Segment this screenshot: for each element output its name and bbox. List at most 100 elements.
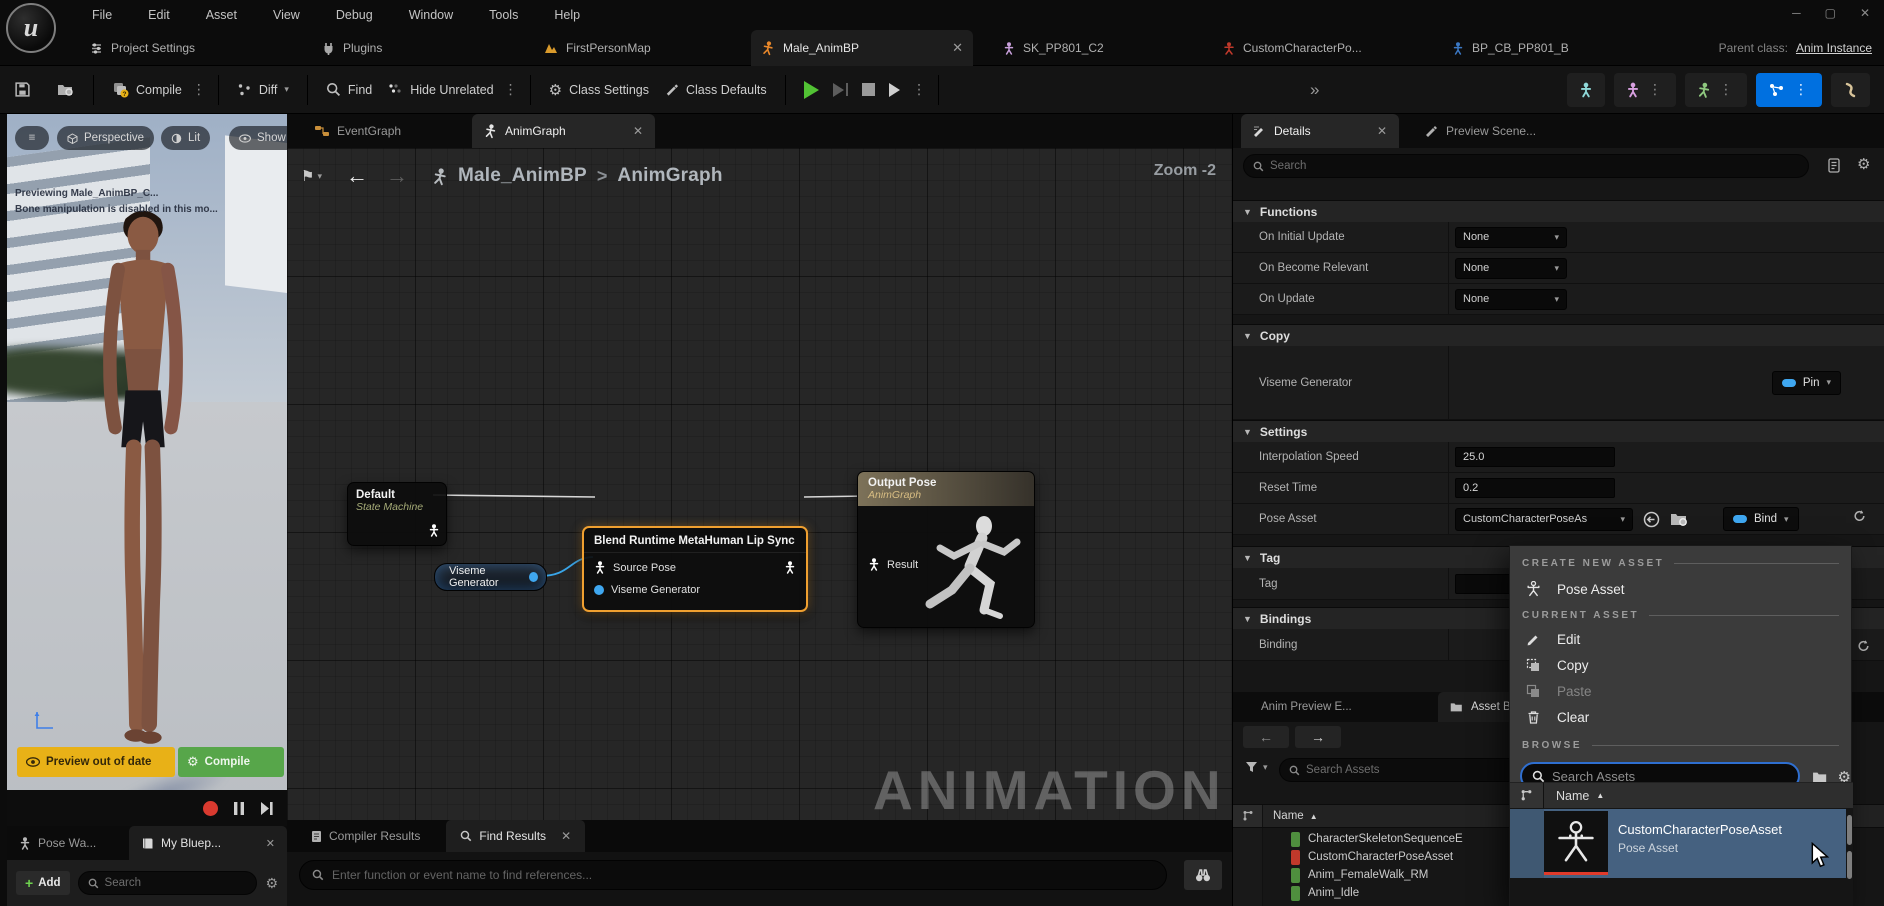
- project-settings-button[interactable]: Project Settings: [80, 30, 205, 66]
- viseme-pin-icon[interactable]: [594, 585, 604, 595]
- breadcrumb-current[interactable]: AnimGraph: [617, 165, 722, 187]
- filter-icon[interactable]: ▾: [1245, 761, 1268, 774]
- pose-asset-bind-dropdown[interactable]: Bind▾: [1723, 507, 1799, 531]
- compile-button[interactable]: ? Compile: [104, 74, 190, 106]
- frame-skip-icon[interactable]: [833, 83, 849, 97]
- preview-out-of-date-button[interactable]: Preview out of date: [17, 747, 175, 777]
- settings-gear-icon[interactable]: ⚙: [265, 875, 278, 892]
- close-icon[interactable]: ✕: [1860, 6, 1870, 20]
- name-column-header[interactable]: Name: [1556, 789, 1589, 803]
- on-initial-update-select[interactable]: None▾: [1455, 227, 1567, 248]
- minimize-icon[interactable]: ─: [1792, 6, 1801, 20]
- nav-forward-icon[interactable]: →: [386, 163, 408, 189]
- details-search[interactable]: [1243, 154, 1809, 178]
- on-update-select[interactable]: None▾: [1455, 289, 1567, 310]
- browse-to-asset-icon[interactable]: [57, 82, 75, 97]
- browse-asset-icon[interactable]: [1670, 511, 1689, 527]
- persona-physics-button[interactable]: [1831, 73, 1870, 107]
- show-button[interactable]: Show: [229, 126, 287, 150]
- menu-file[interactable]: File: [92, 8, 112, 22]
- my-blueprint-search-input[interactable]: [105, 877, 248, 889]
- pose-pin-icon[interactable]: [428, 524, 440, 537]
- perspective-button[interactable]: Perspective: [57, 126, 154, 150]
- stop-icon[interactable]: [862, 83, 875, 96]
- display-filter-icon[interactable]: [1827, 158, 1841, 173]
- source-hierarchy-icon[interactable]: [1233, 805, 1263, 827]
- menu-view[interactable]: View: [273, 8, 300, 22]
- result-pin-icon[interactable]: [868, 558, 880, 571]
- tab-compiler-results[interactable]: Compiler Results: [297, 820, 434, 852]
- persona-graph-button-active[interactable]: ⋮: [1756, 73, 1822, 107]
- pose-pin-icon[interactable]: [594, 561, 606, 574]
- find-button[interactable]: Find: [318, 74, 380, 106]
- section-copy[interactable]: ▼Copy: [1233, 324, 1884, 346]
- play-icon[interactable]: [804, 81, 819, 99]
- persona-skeleton-button[interactable]: [1567, 73, 1605, 107]
- lit-button[interactable]: Lit: [161, 126, 210, 150]
- menu-edit[interactable]: Edit: [148, 8, 170, 22]
- node-viseme-generator-variable[interactable]: Viseme Generator: [434, 563, 547, 591]
- menu-asset[interactable]: Asset: [206, 8, 237, 22]
- menu-item-copy[interactable]: Copy: [1510, 652, 1851, 678]
- pose-asset-combo[interactable]: CustomCharacterPoseAs▾: [1455, 508, 1633, 531]
- pause-icon[interactable]: [234, 802, 244, 815]
- record-icon[interactable]: [203, 801, 218, 816]
- breadcrumb-root[interactable]: Male_AnimBP: [458, 165, 587, 187]
- find-references-input[interactable]: [332, 868, 1154, 882]
- on-become-relevant-select[interactable]: None▾: [1455, 258, 1567, 279]
- persona-mesh-button[interactable]: ⋮: [1614, 73, 1676, 107]
- tab-close-icon[interactable]: ✕: [952, 40, 963, 56]
- tab-firstpersonmap[interactable]: FirstPersonMap: [534, 30, 661, 66]
- pose-output-pin-icon[interactable]: [784, 561, 796, 574]
- use-selected-asset-icon[interactable]: [1643, 511, 1660, 528]
- compile-options-icon[interactable]: ⋮: [190, 81, 208, 98]
- hide-unrelated-button[interactable]: Hide Unrelated: [380, 74, 501, 106]
- tab-details[interactable]: Details ✕: [1241, 114, 1399, 148]
- reset-to-default-icon[interactable]: [1852, 508, 1867, 523]
- interpolation-speed-field[interactable]: 25.0: [1455, 447, 1615, 467]
- tab-close-icon[interactable]: ✕: [1377, 124, 1387, 138]
- menu-window[interactable]: Window: [409, 8, 453, 22]
- scrollbar-thumb[interactable]: [1847, 851, 1852, 879]
- menu-debug[interactable]: Debug: [336, 8, 373, 22]
- menu-item-pose-asset[interactable]: Pose Asset: [1510, 574, 1851, 604]
- details-search-input[interactable]: [1270, 160, 1799, 172]
- tab-pose-watch[interactable]: Pose Wa...: [7, 826, 129, 860]
- viewport-compile-button[interactable]: ⚙ Compile: [178, 747, 284, 777]
- class-settings-button[interactable]: ⚙ Class Settings: [541, 74, 657, 106]
- tab-anim-preview-editor[interactable]: Anim Preview E...: [1249, 692, 1364, 722]
- tab-sk-pp801-c2[interactable]: SK_PP801_C2: [993, 30, 1114, 66]
- viewport-menu-button[interactable]: ≡: [15, 126, 49, 150]
- tab-close-icon[interactable]: ✕: [633, 124, 643, 138]
- section-settings[interactable]: ▼Settings: [1233, 420, 1884, 442]
- toolbar-overflow-icon[interactable]: »: [1310, 80, 1319, 100]
- asset-nav-back-icon[interactable]: ←: [1243, 726, 1289, 748]
- persona-animation-button[interactable]: ⋮: [1685, 73, 1747, 107]
- menu-tools[interactable]: Tools: [489, 8, 518, 22]
- add-button[interactable]: + Add: [16, 871, 70, 895]
- parent-class-link[interactable]: Anim Instance: [1796, 41, 1872, 55]
- scrollbar-thumb[interactable]: [1847, 815, 1852, 845]
- tab-preview-scene[interactable]: Preview Scene...: [1413, 114, 1548, 148]
- nav-back-icon[interactable]: ←: [346, 163, 368, 189]
- maximize-icon[interactable]: ▢: [1825, 6, 1836, 20]
- advance-icon[interactable]: [889, 83, 900, 97]
- tab-bp-cb-pp801-b[interactable]: BP_CB_PP801_B: [1442, 30, 1579, 66]
- preview-viewport[interactable]: ≡ Perspective Lit Show Previewing Male_A…: [7, 114, 287, 906]
- node-blend-metahuman-lipsync[interactable]: Blend Runtime MetaHuman Lip Sync Source …: [582, 526, 808, 612]
- step-forward-icon[interactable]: [260, 802, 273, 815]
- persona-animation-options-icon[interactable]: ⋮: [1717, 81, 1735, 98]
- animgraph-canvas[interactable]: ANIMATION Default State Machine Blend Ru…: [287, 148, 1232, 820]
- bookmark-icon[interactable]: ⚑▾: [301, 167, 322, 185]
- menu-item-edit[interactable]: Edit: [1510, 626, 1851, 652]
- diff-button[interactable]: Diff▾: [229, 74, 297, 106]
- save-icon[interactable]: [14, 81, 31, 98]
- details-settings-gear-icon[interactable]: ⚙: [1857, 155, 1870, 173]
- class-defaults-button[interactable]: Class Defaults: [657, 74, 775, 106]
- reset-time-field[interactable]: 0.2: [1455, 478, 1615, 498]
- persona-mesh-options-icon[interactable]: ⋮: [1646, 81, 1664, 98]
- menu-asset-row-selected[interactable]: CustomCharacterPoseAsset Pose Asset: [1510, 809, 1846, 878]
- node-default-statemachine[interactable]: Default State Machine: [347, 482, 447, 546]
- hide-unrelated-options-icon[interactable]: ⋮: [502, 81, 520, 98]
- tab-male-animbp[interactable]: Male_AnimBP ✕: [751, 30, 973, 66]
